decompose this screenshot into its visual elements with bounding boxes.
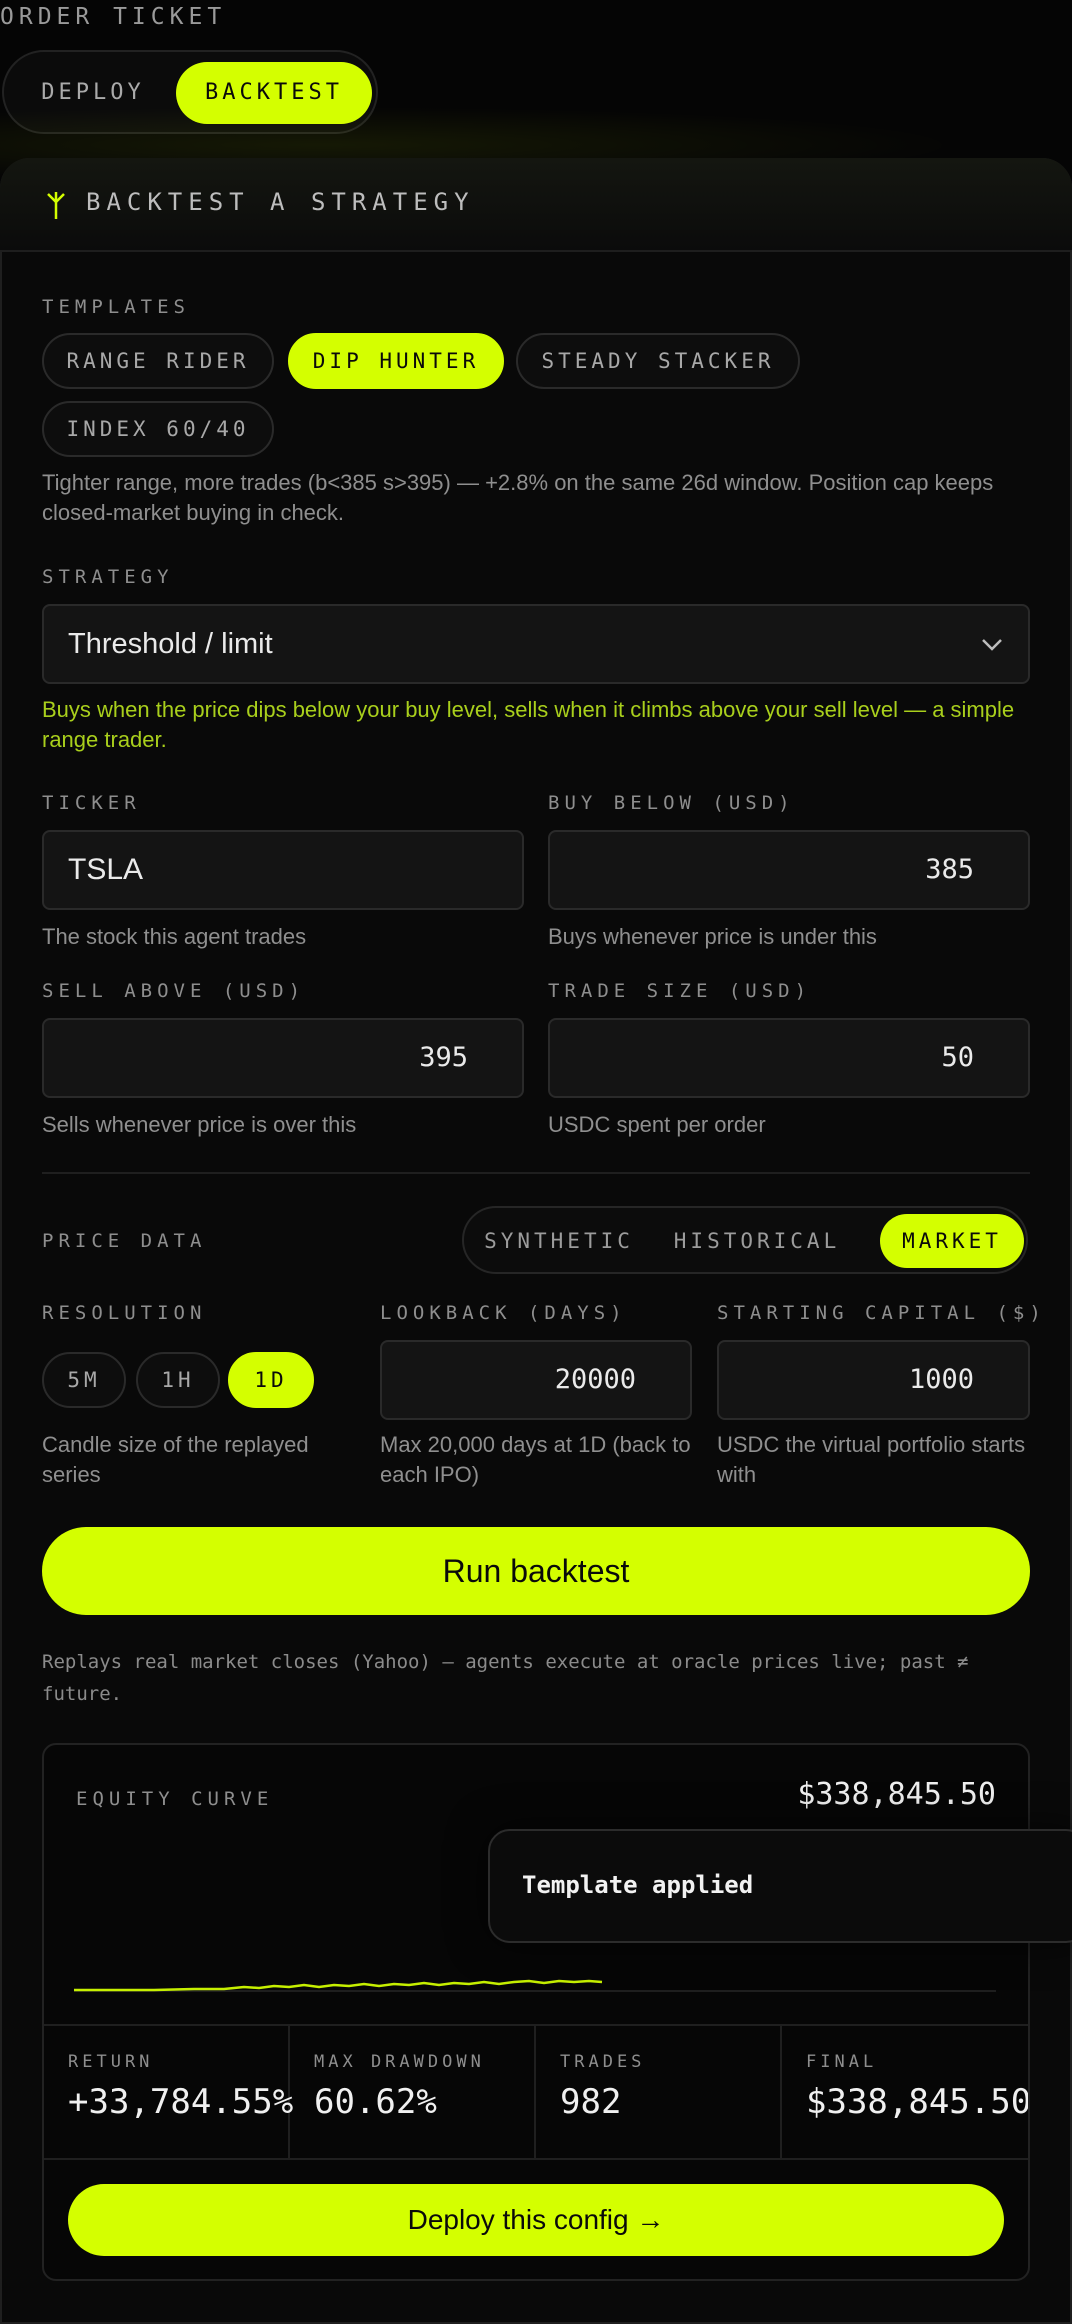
disclaimer: Replays real market closes (Yahoo) — age… xyxy=(42,1651,969,1705)
stat-final-clip: $338,845.50 xyxy=(806,2082,1028,2126)
stats-separator xyxy=(780,2026,782,2158)
trade-size-label: TRADE SIZE (USD) xyxy=(548,980,812,1002)
resolution-1h[interactable]: 1H xyxy=(136,1352,220,1408)
equity-label: EQUITY CURVE xyxy=(76,1788,274,1810)
stat-return-label: RETURN xyxy=(68,2052,154,2072)
sell-above-input[interactable]: 395 xyxy=(42,1018,524,1098)
stat-return-value: +33,784.55% xyxy=(68,2082,294,2122)
template-range-rider[interactable]: RANGE RIDER xyxy=(42,333,274,389)
starting-capital-label: STARTING CAPITAL ($) xyxy=(717,1302,1046,1324)
template-dip-hunter[interactable]: DIP HUNTER xyxy=(288,333,504,389)
sell-above-label: SELL ABOVE (USD) xyxy=(42,980,306,1002)
stat-drawdown-label: MAX DRAWDOWN xyxy=(314,2052,485,2072)
resolution-5m[interactable]: 5M xyxy=(42,1352,126,1408)
trade-size-input[interactable]: 50 xyxy=(548,1018,1030,1098)
ticker-input-value: TSLA xyxy=(68,853,144,886)
run-backtest-button[interactable]: Run backtest xyxy=(42,1527,1030,1615)
ticker-help: The stock this agent trades xyxy=(42,924,307,949)
strategy-select-value: Threshold / limit xyxy=(68,628,273,660)
buy-below-help: Buys whenever price is under this xyxy=(548,924,877,949)
trade-size-value: 50 xyxy=(941,1042,974,1073)
stat-drawdown-value: 60.62% xyxy=(314,2082,437,2122)
strategy-label: STRATEGY xyxy=(42,566,174,588)
price-data-label: PRICE DATA xyxy=(42,1230,207,1252)
ticker-input[interactable]: TSLA xyxy=(42,830,524,910)
resolution-help: Candle size of the replayed series xyxy=(42,1432,309,1487)
template-steady-stacker[interactable]: STEADY STACKER xyxy=(516,333,800,389)
price-data-toggle: SYNTHETIC HISTORICAL MARKET xyxy=(462,1206,1028,1274)
starting-capital-help: USDC the virtual portfolio starts with xyxy=(717,1432,1026,1487)
section-divider xyxy=(42,1172,1030,1174)
lookback-help: Max 20,000 days at 1D (back to each IPO) xyxy=(380,1432,691,1487)
stat-final-value: $338,845.50 xyxy=(806,2082,1028,2122)
template-index-60-40[interactable]: INDEX 60/40 xyxy=(42,401,274,457)
buy-below-input[interactable]: 385 xyxy=(548,830,1030,910)
buy-below-value: 385 xyxy=(925,854,974,885)
templates-label: TEMPLATES xyxy=(42,296,190,318)
stat-trades-value: 982 xyxy=(560,2082,622,2122)
stat-trades-label: TRADES xyxy=(560,2052,646,2072)
strategy-select[interactable]: Threshold / limit xyxy=(42,604,1030,684)
chevron-down-icon xyxy=(982,639,1002,651)
stats-separator xyxy=(534,2026,536,2158)
starting-capital-value: 1000 xyxy=(908,1364,974,1395)
trade-size-help: USDC spent per order xyxy=(548,1112,766,1137)
resolution-1d[interactable]: 1D xyxy=(228,1352,314,1408)
price-data-synthetic[interactable]: SYNTHETIC xyxy=(478,1214,640,1268)
buy-below-label: BUY BELOW (USD) xyxy=(548,792,795,814)
strategy-description: Buys when the price dips below your buy … xyxy=(42,697,1015,752)
card-header: BACKTEST A STRATEGY xyxy=(0,158,1072,252)
deploy-config-button[interactable]: Deploy this config → xyxy=(68,2184,1004,2256)
lookback-label: LOOKBACK (DAYS) xyxy=(380,1302,627,1324)
starting-capital-input[interactable]: 1000 xyxy=(717,1340,1030,1420)
card-title: BACKTEST A STRATEGY xyxy=(86,188,475,216)
stats-divider-bottom xyxy=(44,2158,1028,2160)
equity-line xyxy=(74,1979,603,1992)
price-data-historical[interactable]: HISTORICAL xyxy=(670,1214,844,1268)
price-data-market[interactable]: MARKET xyxy=(880,1214,1024,1268)
lookback-input[interactable]: 20000 xyxy=(380,1340,692,1420)
equity-total: $338,845.50 xyxy=(797,1777,996,1812)
sell-above-help: Sells whenever price is over this xyxy=(42,1112,357,1137)
lookback-value: 20000 xyxy=(554,1364,636,1395)
template-description: Tighter range, more trades (b<385 s>395)… xyxy=(42,470,994,525)
stats-divider-top xyxy=(44,2024,1028,2026)
toast-notification: Template applied xyxy=(488,1829,1072,1943)
stat-final-label: FINAL xyxy=(806,2052,878,2072)
sell-above-value: 395 xyxy=(419,1042,468,1073)
antenna-icon xyxy=(47,192,65,219)
page-title: ORDER TICKET xyxy=(0,4,227,30)
toast-text: Template applied xyxy=(522,1871,754,1899)
ticker-label: TICKER xyxy=(42,792,141,814)
resolution-label: RESOLUTION xyxy=(42,1302,207,1324)
